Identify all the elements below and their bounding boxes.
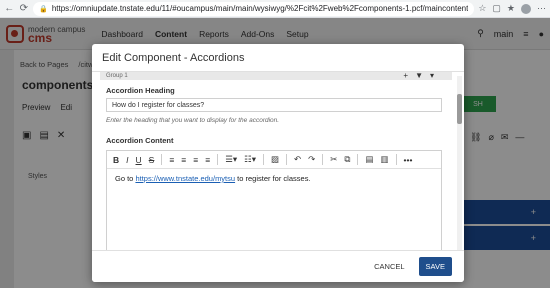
toolbar-divider: [217, 154, 219, 165]
heading-label: Accordion Heading: [106, 86, 175, 95]
italic-icon[interactable]: I: [126, 155, 128, 165]
redo-icon[interactable]: ↷: [308, 154, 315, 165]
url-text: https://omniupdate.tnstate.edu/11/#oucam…: [51, 4, 469, 13]
rich-text-editor[interactable]: B I U S ≡ ≡ ≡ ≡ ☰▾ ☷▾ ▨ ↶ ↷ ✂ ⧉ ▤ ▥ ••• …: [106, 150, 442, 250]
strikethrough-icon[interactable]: S: [149, 155, 155, 165]
add-group-icon[interactable]: +: [403, 72, 408, 80]
align-left-icon[interactable]: ≡: [169, 155, 174, 165]
edit-component-dialog: Edit Component - Accordions Group 1 + ▼ …: [92, 44, 464, 282]
toolbar-divider: [357, 154, 359, 165]
collapse-group-icon[interactable]: ▾: [430, 72, 434, 80]
group-label: Group 1: [106, 73, 128, 79]
group-header: Group 1 + ▼ ▾: [100, 72, 452, 80]
heading-helper-text: Enter the heading that you want to displ…: [106, 117, 280, 124]
content-label: Accordion Content: [106, 136, 174, 145]
back-arrow-icon[interactable]: ←: [4, 3, 15, 15]
browser-toolbar: ← ⟳ 🔒 https://omniupdate.tnstate.edu/11/…: [0, 0, 550, 18]
underline-icon[interactable]: U: [136, 155, 142, 165]
extensions-icon[interactable]: ▢: [492, 3, 501, 14]
toolbar-divider: [395, 154, 397, 165]
content-text-after: to register for classes.: [235, 174, 311, 183]
bullet-list-icon[interactable]: ☰▾: [225, 154, 237, 165]
cut-icon[interactable]: ✂: [330, 154, 337, 165]
copy-icon[interactable]: ⧉: [344, 154, 350, 165]
move-down-icon[interactable]: ▼: [415, 72, 423, 80]
toolbar-divider: [161, 154, 163, 165]
address-bar[interactable]: 🔒 https://omniupdate.tnstate.edu/11/#ouc…: [33, 1, 475, 16]
lock-icon: 🔒: [39, 5, 48, 13]
dialog-title: Edit Component - Accordions: [92, 44, 464, 72]
editor-content[interactable]: Go to https://www.tnstate.edu/mytsu to r…: [107, 169, 441, 188]
align-center-icon[interactable]: ≡: [181, 155, 186, 165]
favorites-icon[interactable]: ★: [507, 3, 515, 14]
accordion-heading-input[interactable]: How do I register for classes?: [106, 98, 442, 112]
mytsu-link[interactable]: https://www.tnstate.edu/mytsu: [135, 174, 235, 183]
more-options-icon[interactable]: •••: [404, 155, 413, 165]
justify-icon[interactable]: ≡: [205, 155, 210, 165]
star-icon[interactable]: ☆: [478, 3, 486, 14]
cancel-button[interactable]: CANCEL: [368, 258, 410, 275]
scrollbar-thumb[interactable]: [457, 94, 462, 124]
toolbar-divider: [286, 154, 288, 165]
dialog-body: Group 1 + ▼ ▾ Accordion Heading How do I…: [92, 72, 464, 250]
profile-avatar[interactable]: [521, 3, 531, 14]
image-icon[interactable]: ▨: [271, 154, 279, 165]
content-text-before: Go to: [115, 174, 136, 183]
paste-text-icon[interactable]: ▥: [381, 154, 389, 165]
paste-icon[interactable]: ▤: [365, 154, 373, 165]
more-menu-icon[interactable]: ⋯: [537, 3, 546, 14]
save-button[interactable]: SAVE: [418, 257, 452, 276]
refresh-icon[interactable]: ⟳: [19, 3, 30, 15]
dialog-footer: CANCEL SAVE: [92, 250, 464, 282]
editor-toolbar: B I U S ≡ ≡ ≡ ≡ ☰▾ ☷▾ ▨ ↶ ↷ ✂ ⧉ ▤ ▥ •••: [107, 151, 441, 169]
numbered-list-icon[interactable]: ☷▾: [244, 154, 256, 165]
toolbar-divider: [322, 154, 324, 165]
dialog-scrollbar[interactable]: [457, 76, 462, 250]
bold-icon[interactable]: B: [113, 155, 119, 165]
align-right-icon[interactable]: ≡: [193, 155, 198, 165]
toolbar-divider: [262, 154, 264, 165]
undo-icon[interactable]: ↶: [294, 154, 301, 165]
